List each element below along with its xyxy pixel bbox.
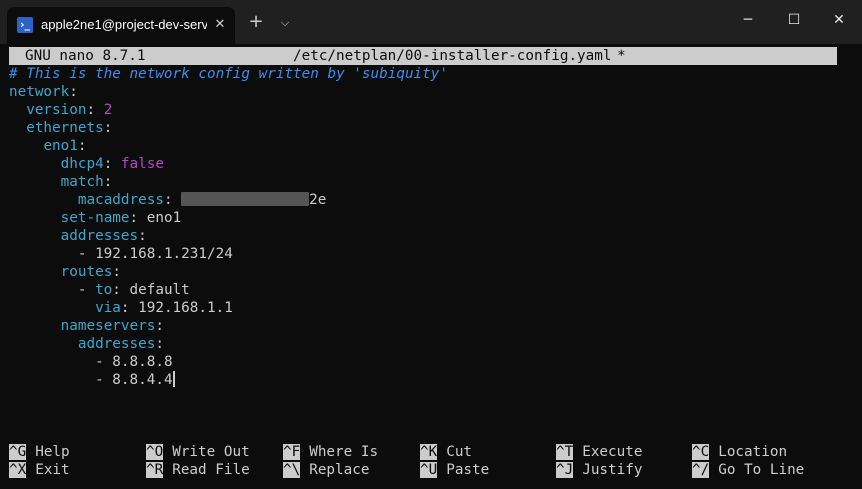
shortcut-justify[interactable]: ^J Justify xyxy=(556,461,642,479)
yaml-key: dhcp4 xyxy=(60,156,104,172)
shortcut-where-is[interactable]: ^F Where Is xyxy=(283,443,378,461)
new-tab-button[interactable]: + xyxy=(245,12,267,34)
yaml-value: 2 xyxy=(103,102,113,118)
yaml-value: false xyxy=(120,156,164,172)
editor-line: # This is the network config written by … xyxy=(9,65,448,83)
yaml-key: nameservers xyxy=(60,318,156,334)
yaml-value: default xyxy=(129,282,190,298)
editor-line: routes: xyxy=(60,264,121,280)
yaml-key: routes xyxy=(60,264,113,280)
title-bar: ›_ apple2ne1@project-dev-serve ✕ + ⌵ ─ ☐… xyxy=(0,0,862,44)
editor-line: eno1: xyxy=(43,138,87,154)
shortcut-replace[interactable]: ^\ Replace xyxy=(283,461,369,479)
nano-header-bar: GNU nano 8.7.1 /etc/netplan/00-installer… xyxy=(9,47,837,65)
yaml-comment: # This is the network config written by … xyxy=(9,66,448,82)
yaml-value: 192.168.1.231/24 xyxy=(95,246,233,262)
close-tab-icon[interactable]: ✕ xyxy=(210,15,230,35)
yaml-key: network xyxy=(9,84,70,100)
close-window-button[interactable]: ✕ xyxy=(816,0,862,40)
shortcut-paste[interactable]: ^U Paste xyxy=(420,461,489,479)
editor-line: - 192.168.1.231/24 xyxy=(9,246,233,262)
editor-line: ethernets: xyxy=(26,120,113,136)
shortcut-location[interactable]: ^C Location xyxy=(692,443,787,461)
shortcut-execute[interactable]: ^T Execute xyxy=(556,443,642,461)
yaml-key: via xyxy=(95,300,121,316)
text-cursor xyxy=(172,371,175,387)
redaction-block xyxy=(181,192,310,206)
yaml-key: addresses xyxy=(60,228,139,244)
editor-line: nameservers: xyxy=(60,318,164,334)
shortcut-write-out[interactable]: ^O Write Out xyxy=(146,443,250,461)
editor-line: - 8.8.4.4 xyxy=(9,371,175,388)
editor-line: macaddress: 2e xyxy=(77,192,327,208)
maximize-button[interactable]: ☐ xyxy=(771,0,817,40)
yaml-key: macaddress xyxy=(77,192,164,208)
tab-title: apple2ne1@project-dev-serve xyxy=(41,17,207,32)
editor-line: - to: default xyxy=(9,282,190,298)
editor-line: dhcp4: false xyxy=(60,156,164,172)
chevron-down-icon[interactable]: ⌵ xyxy=(276,12,294,34)
editor-line: addresses: xyxy=(60,228,147,244)
shortcut-cut[interactable]: ^K Cut xyxy=(420,443,472,461)
shortcut-help[interactable]: ^G Help xyxy=(9,443,70,461)
shortcut-read-file[interactable]: ^R Read File xyxy=(146,461,250,479)
file-path: /etc/netplan/00-installer-config.yaml xyxy=(293,48,612,64)
yaml-value: eno1 xyxy=(146,210,182,226)
yaml-key: to xyxy=(95,282,113,298)
nano-version: GNU nano 8.7.1 xyxy=(25,48,146,64)
yaml-value: 8.8.4.4 xyxy=(112,372,173,388)
editor-line: - 8.8.8.8 xyxy=(9,354,173,370)
shortcut-go-to-line[interactable]: ^/Go To Line xyxy=(692,461,804,479)
yaml-key: version xyxy=(26,102,87,118)
yaml-key: eno1 xyxy=(43,138,78,154)
editor-line: match: xyxy=(60,174,113,190)
editor-line: set-name: eno1 xyxy=(60,210,182,226)
editor-line: addresses: xyxy=(77,336,164,352)
yaml-key: addresses xyxy=(77,336,156,352)
yaml-key: ethernets xyxy=(26,120,104,136)
modified-indicator: * xyxy=(617,48,626,64)
editor-line: via: 192.168.1.1 xyxy=(95,300,233,316)
editor-line: version: 2 xyxy=(26,102,113,118)
yaml-key: match xyxy=(60,174,104,190)
terminal-tab[interactable]: ›_ apple2ne1@project-dev-serve ✕ xyxy=(7,7,235,44)
yaml-value: 192.168.1.1 xyxy=(138,300,233,316)
editor-line: network: xyxy=(9,84,78,100)
yaml-value: 2e xyxy=(309,192,327,208)
shortcut-exit[interactable]: ^X Exit xyxy=(9,461,70,479)
yaml-key: set-name xyxy=(60,210,130,226)
powershell-icon: ›_ xyxy=(17,17,33,33)
minimize-button[interactable]: ─ xyxy=(725,0,771,40)
yaml-value: 8.8.8.8 xyxy=(112,354,173,370)
